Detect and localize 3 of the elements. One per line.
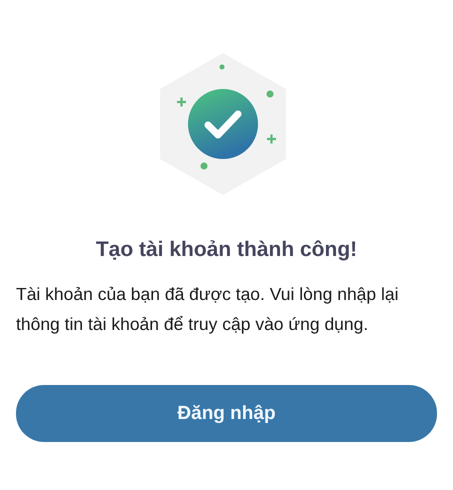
success-title: Tạo tài khoản thành công! [94, 238, 358, 262]
success-message: Tài khoản của bạn đã được tạo. Vui lòng nhập lại thông tin tài khoản để truy cập vào ứng dụng. [16, 283, 400, 336]
login-button[interactable]: Đăng nhập [16, 385, 437, 442]
